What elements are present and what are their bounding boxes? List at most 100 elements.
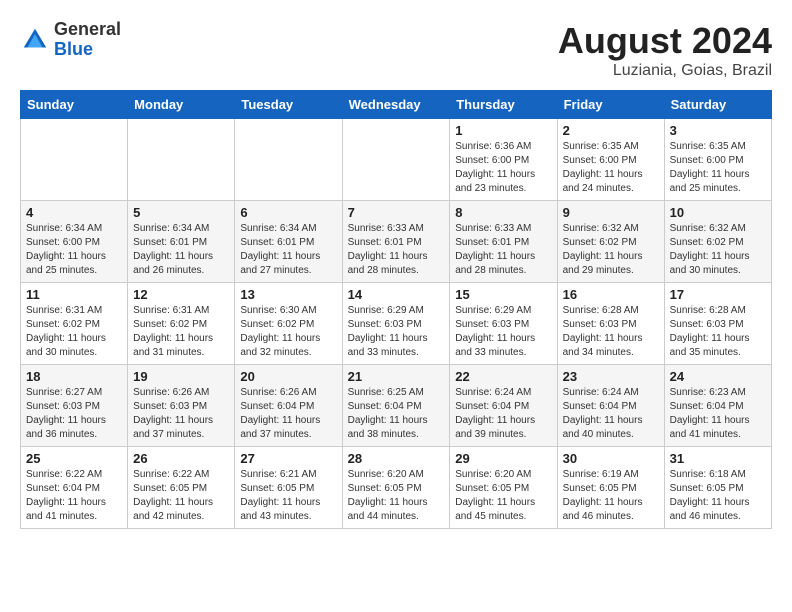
- day-number: 20: [240, 369, 336, 384]
- calendar-cell: 9 Sunrise: 6:32 AM Sunset: 6:02 PM Daylig…: [557, 201, 664, 283]
- header-saturday: Saturday: [664, 91, 771, 119]
- calendar-cell: 6 Sunrise: 6:34 AM Sunset: 6:01 PM Daylig…: [235, 201, 342, 283]
- calendar-cell: 1Sunrise: 6:36 AM Sunset: 6:00 PM Daylig…: [450, 119, 557, 201]
- day-info: Sunrise: 6:34 AM Sunset: 6:01 PM Dayligh…: [133, 222, 229, 278]
- calendar-cell: 16 Sunrise: 6:28 AM Sunset: 6:03 PM Dayli…: [557, 283, 664, 365]
- calendar-cell: [235, 119, 342, 201]
- day-info: Sunrise: 6:33 AM Sunset: 6:01 PM Dayligh…: [455, 222, 551, 278]
- calendar-cell: 30 Sunrise: 6:19 AM Sunset: 6:05 PM Dayli…: [557, 447, 664, 529]
- day-number: 24: [670, 369, 766, 384]
- calendar-cell: 25Sunrise: 6:22 AM Sunset: 6:04 PM Dayli…: [21, 447, 128, 529]
- calendar-cell: [21, 119, 128, 201]
- calendar-cell: 10 Sunrise: 6:32 AM Sunset: 6:02 PM Dayli…: [664, 201, 771, 283]
- calendar-cell: 22 Sunrise: 6:24 AM Sunset: 6:04 PM Dayli…: [450, 365, 557, 447]
- calendar-cell: 2Sunrise: 6:35 AM Sunset: 6:00 PM Daylig…: [557, 119, 664, 201]
- day-info: Sunrise: 6:26 AM Sunset: 6:03 PM Dayligh…: [133, 386, 229, 442]
- calendar-cell: 14Sunrise: 6:29 AM Sunset: 6:03 PM Dayli…: [342, 283, 450, 365]
- day-info: Sunrise: 6:36 AM Sunset: 6:00 PM Dayligh…: [455, 140, 551, 196]
- day-info: Sunrise: 6:35 AM Sunset: 6:00 PM Dayligh…: [563, 140, 659, 196]
- day-info: Sunrise: 6:20 AM Sunset: 6:05 PM Dayligh…: [348, 468, 445, 524]
- day-info: Sunrise: 6:28 AM Sunset: 6:03 PM Dayligh…: [563, 304, 659, 360]
- day-number: 30: [563, 451, 659, 466]
- day-info: Sunrise: 6:34 AM Sunset: 6:01 PM Dayligh…: [240, 222, 336, 278]
- month-year: August 2024: [558, 20, 772, 62]
- week-row-1: 1Sunrise: 6:36 AM Sunset: 6:00 PM Daylig…: [21, 119, 772, 201]
- day-number: 10: [670, 205, 766, 220]
- week-row-4: 18 Sunrise: 6:27 AM Sunset: 6:03 PM Dayli…: [21, 365, 772, 447]
- day-number: 6: [240, 205, 336, 220]
- calendar-cell: 12 Sunrise: 6:31 AM Sunset: 6:02 PM Dayli…: [128, 283, 235, 365]
- day-number: 4: [26, 205, 122, 220]
- calendar-cell: 23 Sunrise: 6:24 AM Sunset: 6:04 PM Dayli…: [557, 365, 664, 447]
- day-info: Sunrise: 6:26 AM Sunset: 6:04 PM Dayligh…: [240, 386, 336, 442]
- day-info: Sunrise: 6:22 AM Sunset: 6:05 PM Dayligh…: [133, 468, 229, 524]
- week-row-5: 25Sunrise: 6:22 AM Sunset: 6:04 PM Dayli…: [21, 447, 772, 529]
- day-info: Sunrise: 6:31 AM Sunset: 6:02 PM Dayligh…: [26, 304, 122, 360]
- calendar-cell: 7Sunrise: 6:33 AM Sunset: 6:01 PM Daylig…: [342, 201, 450, 283]
- day-number: 19: [133, 369, 229, 384]
- day-info: Sunrise: 6:22 AM Sunset: 6:04 PM Dayligh…: [26, 468, 122, 524]
- day-number: 26: [133, 451, 229, 466]
- header-wednesday: Wednesday: [342, 91, 450, 119]
- day-info: Sunrise: 6:23 AM Sunset: 6:04 PM Dayligh…: [670, 386, 766, 442]
- day-number: 5: [133, 205, 229, 220]
- day-number: 17: [670, 287, 766, 302]
- day-info: Sunrise: 6:24 AM Sunset: 6:04 PM Dayligh…: [455, 386, 551, 442]
- logo-blue: Blue: [54, 39, 93, 59]
- calendar-cell: 4 Sunrise: 6:34 AM Sunset: 6:00 PM Daylig…: [21, 201, 128, 283]
- calendar-cell: 18 Sunrise: 6:27 AM Sunset: 6:03 PM Dayli…: [21, 365, 128, 447]
- calendar-cell: 11 Sunrise: 6:31 AM Sunset: 6:02 PM Dayli…: [21, 283, 128, 365]
- calendar-table: SundayMondayTuesdayWednesdayThursdayFrid…: [20, 90, 772, 529]
- header-monday: Monday: [128, 91, 235, 119]
- day-number: 3: [670, 123, 766, 138]
- day-number: 27: [240, 451, 336, 466]
- day-info: Sunrise: 6:31 AM Sunset: 6:02 PM Dayligh…: [133, 304, 229, 360]
- day-info: Sunrise: 6:32 AM Sunset: 6:02 PM Dayligh…: [670, 222, 766, 278]
- day-number: 13: [240, 287, 336, 302]
- day-number: 22: [455, 369, 551, 384]
- logo-general: General: [54, 19, 121, 39]
- calendar-cell: [342, 119, 450, 201]
- day-info: Sunrise: 6:18 AM Sunset: 6:05 PM Dayligh…: [670, 468, 766, 524]
- day-number: 7: [348, 205, 445, 220]
- calendar-cell: 20 Sunrise: 6:26 AM Sunset: 6:04 PM Dayli…: [235, 365, 342, 447]
- day-info: Sunrise: 6:24 AM Sunset: 6:04 PM Dayligh…: [563, 386, 659, 442]
- week-row-2: 4 Sunrise: 6:34 AM Sunset: 6:00 PM Daylig…: [21, 201, 772, 283]
- day-info: Sunrise: 6:35 AM Sunset: 6:00 PM Dayligh…: [670, 140, 766, 196]
- day-info: Sunrise: 6:30 AM Sunset: 6:02 PM Dayligh…: [240, 304, 336, 360]
- day-number: 16: [563, 287, 659, 302]
- day-info: Sunrise: 6:19 AM Sunset: 6:05 PM Dayligh…: [563, 468, 659, 524]
- day-number: 21: [348, 369, 445, 384]
- header-row: SundayMondayTuesdayWednesdayThursdayFrid…: [21, 91, 772, 119]
- day-info: Sunrise: 6:27 AM Sunset: 6:03 PM Dayligh…: [26, 386, 122, 442]
- calendar-cell: 27Sunrise: 6:21 AM Sunset: 6:05 PM Dayli…: [235, 447, 342, 529]
- day-info: Sunrise: 6:34 AM Sunset: 6:00 PM Dayligh…: [26, 222, 122, 278]
- calendar-cell: 8Sunrise: 6:33 AM Sunset: 6:01 PM Daylig…: [450, 201, 557, 283]
- logo-text: General Blue: [54, 20, 121, 60]
- logo-icon: [20, 25, 50, 55]
- calendar-cell: 19 Sunrise: 6:26 AM Sunset: 6:03 PM Dayli…: [128, 365, 235, 447]
- calendar-cell: 28 Sunrise: 6:20 AM Sunset: 6:05 PM Dayli…: [342, 447, 450, 529]
- day-number: 28: [348, 451, 445, 466]
- day-number: 23: [563, 369, 659, 384]
- day-number: 11: [26, 287, 122, 302]
- header-tuesday: Tuesday: [235, 91, 342, 119]
- header-sunday: Sunday: [21, 91, 128, 119]
- logo: General Blue: [20, 20, 121, 60]
- calendar-cell: 17 Sunrise: 6:28 AM Sunset: 6:03 PM Dayli…: [664, 283, 771, 365]
- day-info: Sunrise: 6:29 AM Sunset: 6:03 PM Dayligh…: [348, 304, 445, 360]
- day-info: Sunrise: 6:29 AM Sunset: 6:03 PM Dayligh…: [455, 304, 551, 360]
- day-info: Sunrise: 6:28 AM Sunset: 6:03 PM Dayligh…: [670, 304, 766, 360]
- header-friday: Friday: [557, 91, 664, 119]
- week-row-3: 11 Sunrise: 6:31 AM Sunset: 6:02 PM Dayli…: [21, 283, 772, 365]
- day-number: 15: [455, 287, 551, 302]
- day-number: 18: [26, 369, 122, 384]
- header-thursday: Thursday: [450, 91, 557, 119]
- day-number: 9: [563, 205, 659, 220]
- day-number: 12: [133, 287, 229, 302]
- day-info: Sunrise: 6:32 AM Sunset: 6:02 PM Dayligh…: [563, 222, 659, 278]
- day-number: 31: [670, 451, 766, 466]
- calendar-cell: 26 Sunrise: 6:22 AM Sunset: 6:05 PM Dayli…: [128, 447, 235, 529]
- day-info: Sunrise: 6:20 AM Sunset: 6:05 PM Dayligh…: [455, 468, 551, 524]
- calendar-cell: 15 Sunrise: 6:29 AM Sunset: 6:03 PM Dayli…: [450, 283, 557, 365]
